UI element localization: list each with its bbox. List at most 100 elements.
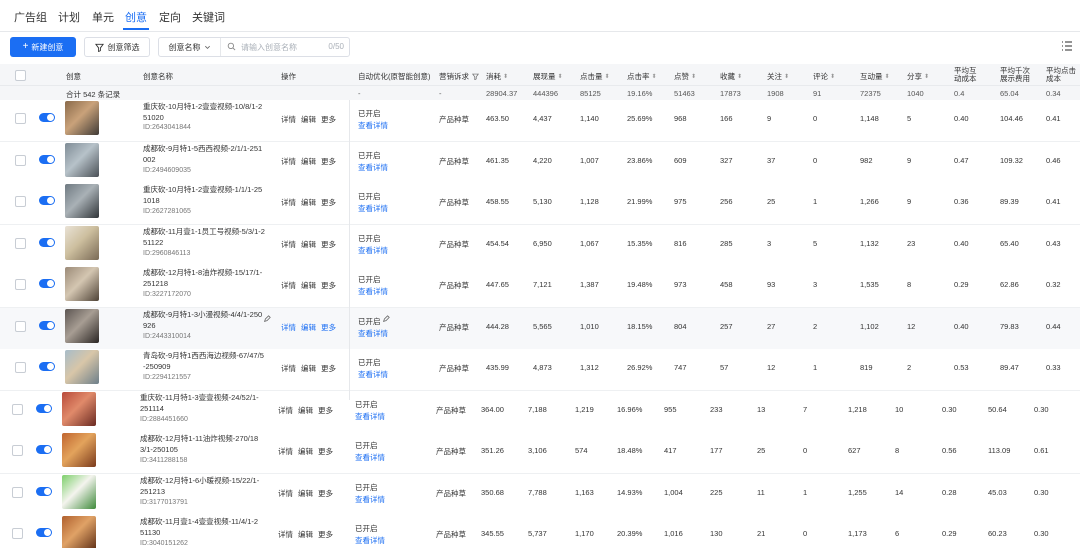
row-enable-toggle[interactable]: [39, 113, 55, 122]
view-details-link[interactable]: 查看详情: [358, 286, 388, 297]
creative-name[interactable]: 青岛砍-9月特1西西海边视频-67/47/5-250909: [143, 350, 265, 372]
pencil-icon[interactable]: [263, 314, 271, 323]
more-link[interactable]: 更多: [321, 197, 336, 208]
edit-link[interactable]: 编辑: [301, 239, 316, 250]
row-checkbox[interactable]: [12, 528, 23, 539]
detail-link[interactable]: 详情: [281, 197, 296, 208]
row-checkbox[interactable]: [12, 486, 23, 498]
view-details-link[interactable]: 查看详情: [355, 452, 385, 463]
header-likes[interactable]: 点赞 ⬍: [674, 71, 696, 82]
view-details-link[interactable]: 查看详情: [355, 411, 385, 422]
row-checkbox[interactable]: [12, 445, 23, 456]
table-row[interactable]: 成都砍-11月壹1-1员工号视频-5/3/1-251122 ID:29608461…: [0, 224, 1080, 267]
creative-thumbnail[interactable]: [62, 516, 96, 548]
pencil-icon[interactable]: [382, 314, 390, 323]
select-all-checkbox[interactable]: [15, 70, 26, 81]
detail-link[interactable]: 详情: [278, 529, 293, 540]
creative-thumbnail[interactable]: [65, 101, 99, 135]
creative-thumbnail[interactable]: [65, 267, 99, 301]
creative-name[interactable]: 成都砍-12月特1-11油炸视频-270/183/1-250105: [140, 433, 262, 455]
detail-link[interactable]: 详情: [281, 322, 296, 333]
edit-link[interactable]: 编辑: [301, 156, 316, 167]
edit-link[interactable]: 编辑: [298, 446, 313, 457]
creative-thumbnail[interactable]: [65, 225, 99, 260]
table-row[interactable]: 成都砍-12月特1-6小暖视频-15/22/1-251213 ID:3177013…: [0, 473, 1080, 516]
tab-ad-group[interactable]: 广告组: [14, 9, 47, 25]
more-link[interactable]: 更多: [318, 488, 333, 499]
table-row[interactable]: 成都砍-12月特1-8油炸视频-15/17/1-251218 ID:3227172…: [0, 266, 1080, 308]
more-link[interactable]: 更多: [321, 156, 336, 167]
creative-thumbnail[interactable]: [65, 142, 99, 177]
creative-thumbnail[interactable]: [65, 350, 99, 384]
view-details-link[interactable]: 查看详情: [358, 328, 388, 339]
detail-link[interactable]: 详情: [281, 114, 296, 125]
edit-link[interactable]: 编辑: [301, 280, 316, 291]
creative-thumbnail[interactable]: [65, 308, 99, 343]
column-settings-icon[interactable]: [1060, 39, 1074, 53]
table-row[interactable]: 成都砍-9月特1-3小漫视频-4/4/1-250926 ID:2443310014…: [0, 307, 1080, 350]
creative-thumbnail[interactable]: [62, 391, 96, 426]
detail-link[interactable]: 详情: [281, 363, 296, 374]
creative-name[interactable]: 成都砍-12月特1-6小暖视频-15/22/1-251213: [140, 475, 262, 497]
detail-link[interactable]: 详情: [281, 239, 296, 250]
detail-link[interactable]: 详情: [278, 405, 293, 416]
edit-link[interactable]: 编辑: [301, 322, 316, 333]
header-marketing[interactable]: 营销诉求: [439, 71, 479, 82]
more-link[interactable]: 更多: [321, 114, 336, 125]
row-enable-toggle[interactable]: [36, 445, 52, 454]
row-enable-toggle[interactable]: [39, 362, 55, 371]
detail-link[interactable]: 详情: [281, 280, 296, 291]
more-link[interactable]: 更多: [318, 405, 333, 416]
header-avg-cpm[interactable]: 平均千次展示费用: [1000, 67, 1032, 83]
row-enable-toggle[interactable]: [39, 237, 55, 247]
tab-unit[interactable]: 单元: [92, 9, 114, 25]
edit-link[interactable]: 编辑: [301, 363, 316, 374]
header-favorites[interactable]: 收藏 ⬍: [720, 71, 742, 82]
creative-name[interactable]: 成都砍-9月特1-5西西视频-2/1/1-251002: [143, 143, 265, 165]
creative-filter-button[interactable]: 创意筛选: [84, 37, 150, 57]
header-ctr[interactable]: 点击率 ⬍: [627, 71, 657, 82]
more-link[interactable]: 更多: [318, 446, 333, 457]
tab-keywords[interactable]: 关键词: [192, 9, 225, 25]
row-enable-toggle[interactable]: [36, 528, 52, 537]
creative-name[interactable]: 成都砍-9月特1-3小漫视频-4/4/1-250926: [143, 309, 265, 331]
view-details-link[interactable]: 查看详情: [355, 535, 385, 546]
detail-link[interactable]: 详情: [278, 488, 293, 499]
table-row[interactable]: 重庆砍-10月特1-2壹壹视频-10/8/1-251020 ID:26430418…: [0, 100, 1080, 142]
creative-name[interactable]: 重庆砍-10月特1-2壹壹视频-10/8/1-251020: [143, 101, 265, 123]
more-link[interactable]: 更多: [318, 529, 333, 540]
table-row[interactable]: 成都砍-9月特1-5西西视频-2/1/1-251002 ID:2494609035…: [0, 141, 1080, 184]
detail-link[interactable]: 详情: [278, 446, 293, 457]
tab-plan[interactable]: 计划: [58, 9, 80, 25]
header-avg-click-cost[interactable]: 平均点击成本: [1046, 67, 1078, 83]
creative-thumbnail[interactable]: [62, 474, 96, 509]
table-row[interactable]: 成都砍-11月壹1-4壹壹视频-11/4/1-251130 ID:30401512…: [0, 515, 1080, 548]
search-field-select[interactable]: 创意名称: [159, 38, 221, 56]
creative-name[interactable]: 重庆砍-10月特1-2壹壹视频-1/1/1-251018: [143, 184, 265, 206]
header-follows[interactable]: 关注 ⬍: [767, 71, 789, 82]
row-checkbox[interactable]: [15, 279, 26, 290]
row-checkbox[interactable]: [15, 196, 26, 207]
table-row[interactable]: 青岛砍-9月特1西西海边视频-67/47/5-250909 ID:22941215…: [0, 349, 1080, 391]
row-checkbox[interactable]: [12, 403, 23, 415]
view-details-link[interactable]: 查看详情: [358, 162, 388, 173]
view-details-link[interactable]: 查看详情: [358, 203, 388, 214]
header-avg-interaction-cost[interactable]: 平均互动成本: [954, 67, 982, 83]
row-enable-toggle[interactable]: [36, 486, 52, 496]
header-shares[interactable]: 分享 ⬍: [907, 71, 929, 82]
row-enable-toggle[interactable]: [39, 320, 55, 330]
edit-link[interactable]: 编辑: [298, 529, 313, 540]
detail-link[interactable]: 详情: [281, 156, 296, 167]
row-enable-toggle[interactable]: [39, 154, 55, 164]
creative-thumbnail[interactable]: [65, 184, 99, 218]
search-input[interactable]: [241, 39, 327, 55]
edit-link[interactable]: 编辑: [301, 197, 316, 208]
row-enable-toggle[interactable]: [36, 403, 52, 413]
new-creative-button[interactable]: + 新建创意: [10, 37, 76, 57]
view-details-link[interactable]: 查看详情: [358, 245, 388, 256]
table-row[interactable]: 重庆砍-11月特1-3壹壹视频-24/52/1-251114 ID:2884451…: [0, 390, 1080, 433]
row-checkbox[interactable]: [15, 154, 26, 166]
view-details-link[interactable]: 查看详情: [358, 120, 388, 131]
more-link[interactable]: 更多: [321, 239, 336, 250]
header-comments[interactable]: 评论 ⬍: [813, 71, 835, 82]
